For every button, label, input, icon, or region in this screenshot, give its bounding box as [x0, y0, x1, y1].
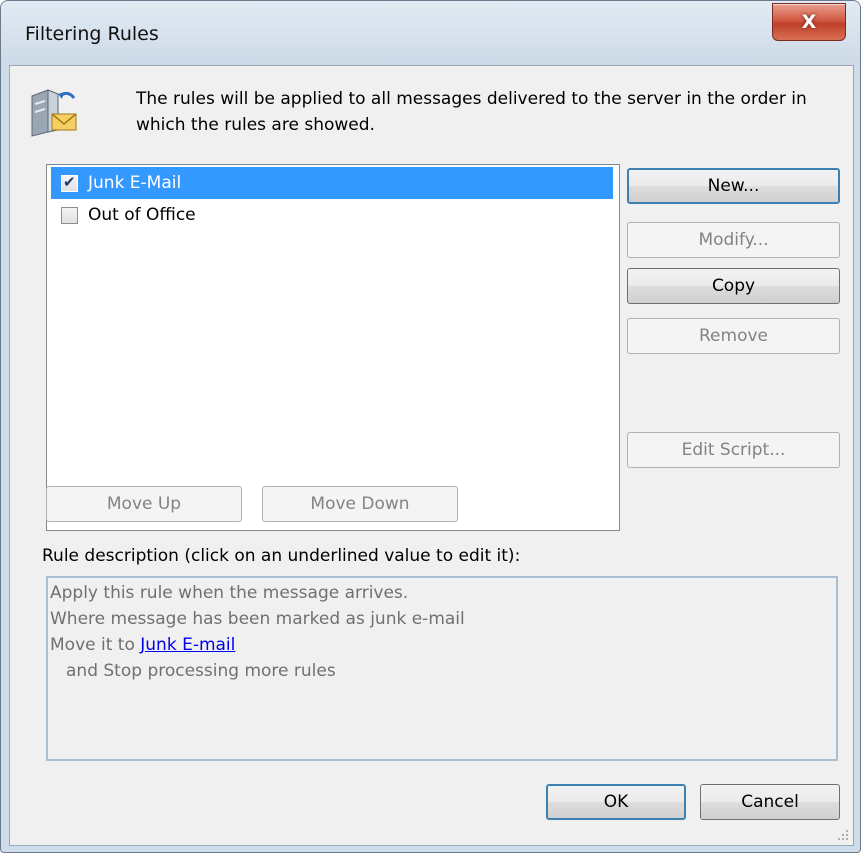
rule-label: Junk E-Mail: [88, 173, 182, 193]
junk-email-folder-link[interactable]: Junk E-mail: [140, 635, 235, 655]
rule-description-box: Apply this rule when the message arrives…: [46, 576, 838, 761]
description-line-1: Apply this rule when the message arrives…: [50, 583, 409, 603]
filtering-rules-dialog: Filtering Rules X The rules will be appl…: [0, 0, 861, 853]
rule-checkbox-junk-email[interactable]: [61, 173, 78, 192]
description-line-4: and Stop processing more rules: [66, 661, 336, 681]
description-move-prefix: Move it to: [50, 635, 141, 655]
resize-grip-icon[interactable]: [835, 827, 849, 841]
header-description: The rules will be applied to all message…: [136, 89, 807, 135]
rule-checkbox-out-of-office[interactable]: [61, 206, 78, 224]
rule-item-junk-email[interactable]: Junk E-Mail: [51, 167, 613, 199]
description-line-2: Where message has been marked as junk e-…: [50, 609, 465, 629]
cancel-button[interactable]: Cancel: [700, 784, 840, 820]
rule-description-label: Rule description (click on an underlined…: [42, 546, 521, 566]
modify-button[interactable]: Modify...: [627, 222, 840, 258]
rule-label: Out of Office: [88, 205, 196, 225]
edit-script-button[interactable]: Edit Script...: [627, 432, 840, 468]
dialog-body: The rules will be applied to all message…: [9, 65, 854, 846]
move-down-button[interactable]: Move Down: [262, 486, 458, 522]
server-mail-icon: [31, 89, 77, 137]
rules-list[interactable]: Junk E-Mail Out of Office: [46, 164, 620, 531]
title-bar[interactable]: Filtering Rules X: [1, 1, 860, 65]
rule-item-out-of-office[interactable]: Out of Office: [51, 199, 613, 231]
remove-button[interactable]: Remove: [627, 318, 840, 354]
window-title: Filtering Rules: [25, 23, 159, 45]
close-icon: X: [801, 11, 817, 33]
new-button[interactable]: New...: [627, 168, 840, 204]
ok-button[interactable]: OK: [546, 784, 686, 820]
move-up-button[interactable]: Move Up: [46, 486, 242, 522]
close-button[interactable]: X: [772, 3, 846, 41]
copy-button[interactable]: Copy: [627, 268, 840, 304]
description-line-3: Move it to Junk E-mail: [50, 632, 836, 658]
